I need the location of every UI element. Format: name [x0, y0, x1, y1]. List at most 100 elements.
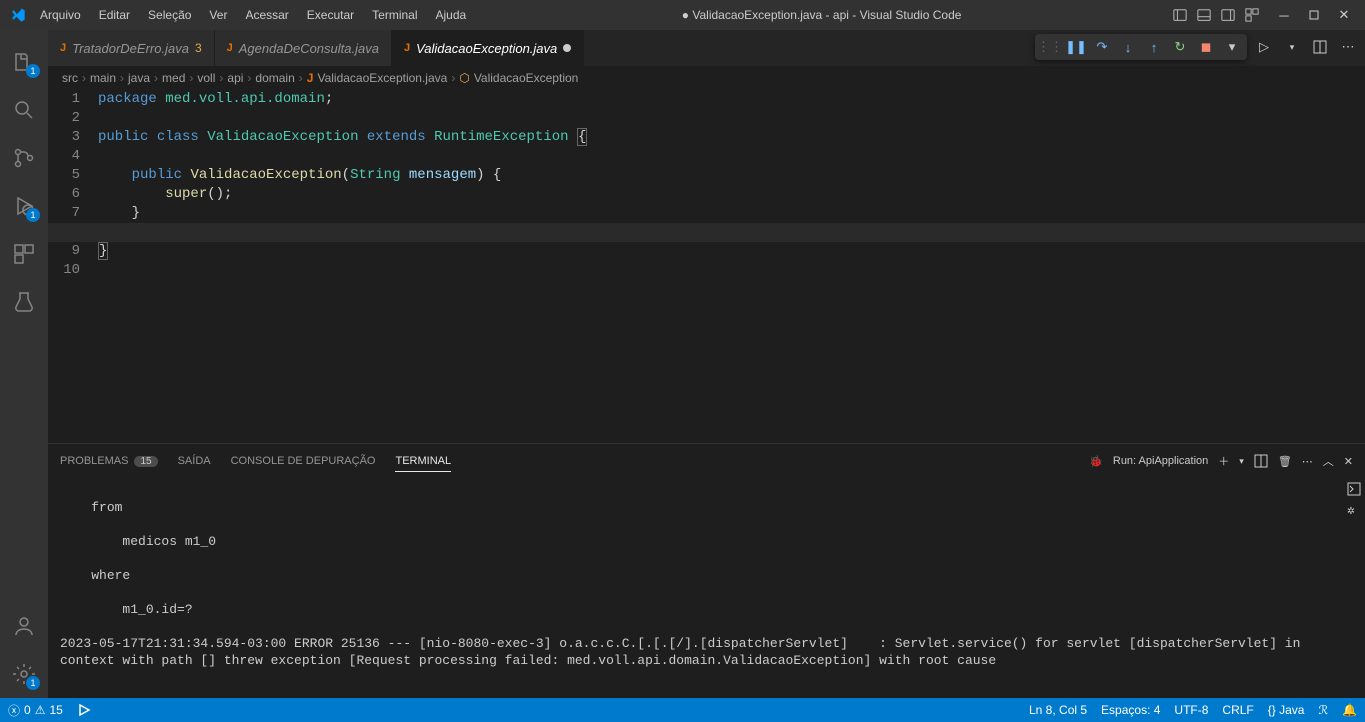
editor-actions: ▷ ▾ ⋯: [1253, 36, 1359, 58]
status-errors-warnings[interactable]: ⓧ0 ⚠15: [8, 702, 63, 719]
breadcrumb-item[interactable]: domain: [255, 71, 294, 85]
more-icon[interactable]: ⋯: [1302, 455, 1313, 468]
menu-ajuda[interactable]: Ajuda: [428, 4, 475, 26]
breadcrumbs[interactable]: src› main› java› med› voll› api› domain›…: [48, 66, 1365, 90]
terminal-dropdown-icon[interactable]: ▾: [1239, 456, 1244, 467]
toggle-primary-sidebar-icon[interactable]: [1169, 5, 1191, 25]
layout-controls: [1169, 5, 1263, 25]
error-icon: ⓧ: [8, 702, 20, 719]
close-icon[interactable]: ✕: [1331, 5, 1357, 25]
run-debug-icon[interactable]: 1: [0, 182, 48, 230]
debug-stop-icon[interactable]: ◼: [1195, 36, 1217, 58]
status-line-col[interactable]: Ln 8, Col 5: [1029, 703, 1087, 717]
menu-ver[interactable]: Ver: [201, 4, 235, 26]
drag-grip-icon[interactable]: ⋮⋮: [1039, 36, 1061, 58]
status-encoding[interactable]: UTF-8: [1174, 703, 1208, 717]
debug-step-out-icon[interactable]: ↑: [1143, 36, 1165, 58]
toggle-secondary-sidebar-icon[interactable]: [1217, 5, 1239, 25]
breadcrumb-item[interactable]: src: [62, 71, 78, 85]
terminal-side-icon[interactable]: [1347, 482, 1361, 496]
java-file-icon: J: [60, 42, 66, 54]
maximize-icon[interactable]: [1301, 5, 1327, 25]
vscode-logo-icon: [8, 5, 28, 25]
split-editor-icon[interactable]: [1309, 36, 1331, 58]
breadcrumb-item[interactable]: med: [162, 71, 185, 85]
debug-step-into-icon[interactable]: ↓: [1117, 36, 1139, 58]
settings-badge: 1: [26, 676, 40, 690]
status-notifications-icon[interactable]: 🔔: [1342, 703, 1357, 717]
problems-tab[interactable]: PROBLEMAS 15: [60, 451, 158, 471]
problems-count-badge: 15: [134, 456, 157, 467]
dirty-indicator-icon: [563, 44, 571, 52]
run-label[interactable]: Run: ApiApplication: [1113, 455, 1208, 467]
explorer-badge: 1: [26, 64, 40, 78]
menu-editar[interactable]: Editar: [91, 4, 138, 26]
kill-terminal-icon[interactable]: 🗑: [1278, 455, 1292, 468]
status-bar: ⓧ0 ⚠15 Ln 8, Col 5 Espaços: 4 UTF-8 CRLF…: [0, 698, 1365, 722]
breadcrumb-item[interactable]: ValidacaoException: [474, 71, 579, 85]
tab-tratadordeerro[interactable]: J TratadorDeErro.java 3: [48, 30, 215, 66]
window-controls: ─ ✕: [1271, 5, 1357, 25]
menu-terminal[interactable]: Terminal: [364, 4, 425, 26]
output-tab[interactable]: SAÍDA: [178, 451, 211, 471]
tab-label: TratadorDeErro.java: [72, 41, 189, 56]
debug-console-tab[interactable]: CONSOLE DE DEPURAÇÃO: [231, 451, 376, 471]
warning-icon: ⚠: [35, 703, 46, 717]
terminal-output[interactable]: from medicos m1_0 where m1_0.id=? 2023-0…: [48, 478, 1365, 698]
terminal-tab[interactable]: TERMINAL: [395, 451, 451, 472]
run-icon[interactable]: ▷: [1253, 36, 1275, 58]
debug-run-icon: 🐞: [1089, 455, 1103, 468]
split-terminal-icon[interactable]: [1254, 454, 1268, 468]
tab-validacaoexception[interactable]: J ValidacaoException.java: [392, 30, 584, 66]
extensions-icon[interactable]: [0, 230, 48, 278]
testing-icon[interactable]: [0, 278, 48, 326]
menu-arquivo[interactable]: Arquivo: [32, 4, 89, 26]
tab-label: ValidacaoException.java: [416, 41, 557, 56]
java-file-icon: J: [307, 71, 314, 85]
more-actions-icon[interactable]: ⋯: [1337, 36, 1359, 58]
new-terminal-icon[interactable]: ＋: [1218, 453, 1229, 469]
tab-agendadeconsulta[interactable]: J AgendaDeConsulta.java: [215, 30, 392, 66]
line-number-gutter: 1 2 3 4 5 6 7 8 9 10: [48, 90, 98, 443]
panel-tabs: PROBLEMAS 15 SAÍDA CONSOLE DE DEPURAÇÃO …: [48, 444, 1365, 478]
close-panel-icon[interactable]: ✕: [1344, 455, 1353, 468]
settings-icon[interactable]: 1: [0, 650, 48, 698]
code-editor[interactable]: 1 2 3 4 5 6 7 8 9 10 package med.voll.ap…: [48, 90, 1365, 443]
explorer-icon[interactable]: 1: [0, 38, 48, 86]
menu-executar[interactable]: Executar: [299, 4, 362, 26]
source-control-icon[interactable]: [0, 134, 48, 182]
menu-acessar[interactable]: Acessar: [237, 4, 296, 26]
class-icon: ⬡: [459, 71, 469, 85]
breadcrumb-item[interactable]: api: [227, 71, 243, 85]
tab-label: AgendaDeConsulta.java: [239, 41, 379, 56]
breadcrumb-item[interactable]: main: [90, 71, 116, 85]
search-icon[interactable]: [0, 86, 48, 134]
customize-layout-icon[interactable]: [1241, 5, 1263, 25]
status-language[interactable]: {} Java: [1268, 703, 1305, 717]
minimize-icon[interactable]: ─: [1271, 5, 1297, 25]
account-icon[interactable]: [0, 602, 48, 650]
code-content[interactable]: package med.voll.api.domain; public clas…: [98, 90, 1365, 443]
breadcrumb-item[interactable]: java: [128, 71, 150, 85]
status-feedback-icon[interactable]: ℛ: [1318, 703, 1328, 717]
menu-selecao[interactable]: Seleção: [140, 4, 199, 26]
debug-dropdown-icon[interactable]: ▾: [1221, 36, 1243, 58]
run-dropdown-icon[interactable]: ▾: [1281, 36, 1303, 58]
status-debug-icon[interactable]: [77, 703, 91, 717]
tab-modification-count: 3: [195, 41, 202, 55]
debug-badge: 1: [26, 208, 40, 222]
status-eol[interactable]: CRLF: [1222, 703, 1253, 717]
debug-step-over-icon[interactable]: ↷: [1091, 36, 1113, 58]
toggle-panel-icon[interactable]: [1193, 5, 1215, 25]
maximize-panel-icon[interactable]: ︿: [1323, 453, 1334, 469]
status-spaces[interactable]: Espaços: 4: [1101, 703, 1160, 717]
debug-toolbar[interactable]: ⋮⋮ ❚❚ ↷ ↓ ↑ ↻ ◼ ▾: [1035, 34, 1247, 60]
terminal-side-bug-icon[interactable]: ✲: [1347, 502, 1361, 519]
breadcrumb-item[interactable]: ValidacaoException.java: [317, 71, 447, 85]
debug-pause-icon[interactable]: ❚❚: [1065, 36, 1087, 58]
activity-bar: 1 1 1: [0, 30, 48, 698]
debug-restart-icon[interactable]: ↻: [1169, 36, 1191, 58]
breadcrumb-item[interactable]: voll: [197, 71, 215, 85]
main-menu: Arquivo Editar Seleção Ver Acessar Execu…: [32, 4, 474, 26]
java-file-icon: J: [404, 42, 410, 54]
